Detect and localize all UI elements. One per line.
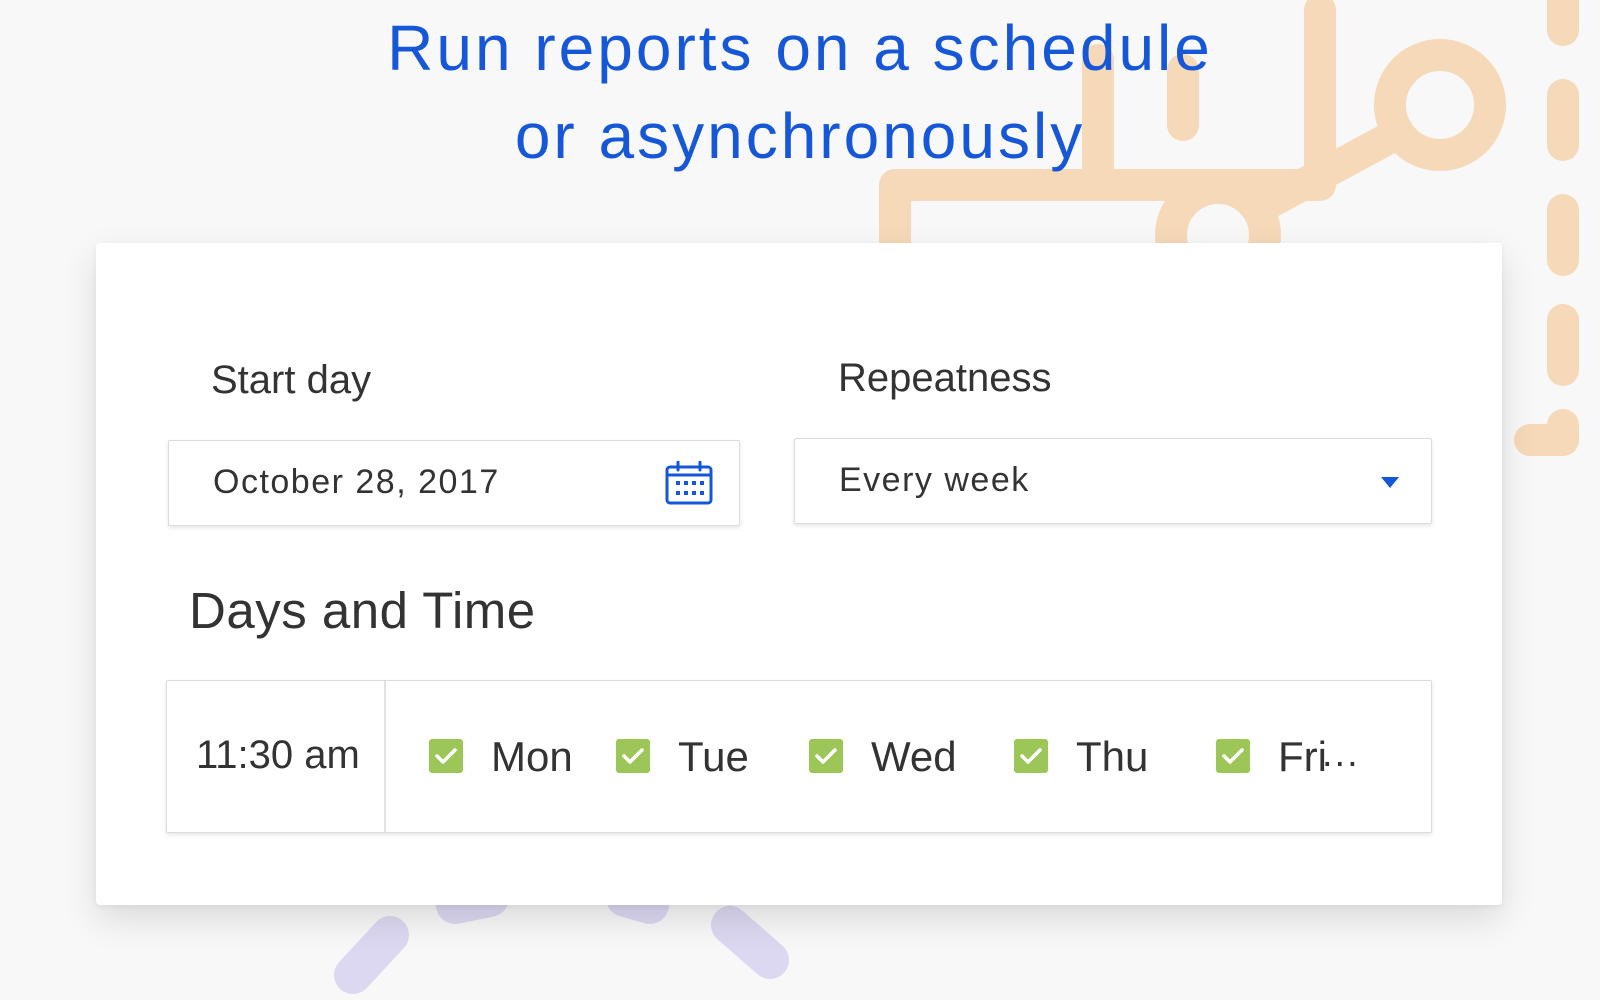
days-and-time-row: 11:30 am Mon Tue Wed Thu Fri ... (166, 680, 1432, 833)
checkbox-checked-icon[interactable] (1216, 739, 1250, 773)
checkbox-checked-icon[interactable] (1014, 739, 1048, 773)
page-headline: Run reports on a schedule or asynchronou… (0, 4, 1600, 180)
day-label: Thu (1076, 733, 1149, 780)
repeatness-select[interactable]: Every week (794, 438, 1432, 524)
repeatness-value: Every week (839, 461, 1030, 499)
time-value: 11:30 am (196, 733, 360, 777)
day-label: Fri (1278, 733, 1327, 780)
more-days-ellipsis[interactable]: ... (1322, 733, 1360, 776)
calendar-icon[interactable] (665, 460, 713, 505)
time-cell[interactable]: 11:30 am (167, 681, 386, 832)
start-day-date-picker[interactable]: October 28, 2017 (168, 440, 740, 526)
checkbox-checked-icon[interactable] (429, 739, 463, 773)
start-day-value: October 28, 2017 (213, 463, 500, 501)
headline-line-1: Run reports on a schedule (387, 12, 1213, 84)
day-label: Wed (871, 733, 957, 780)
day-label: Tue (678, 733, 749, 780)
headline-line-2: or asynchronously (514, 100, 1086, 172)
checkbox-checked-icon[interactable] (616, 739, 650, 773)
repeatness-label: Repeatness (838, 356, 1052, 400)
checkbox-checked-icon[interactable] (809, 739, 843, 773)
schedule-card: Start day October 28, 2017 Repeatness Ev… (96, 243, 1502, 905)
start-day-label: Start day (211, 358, 372, 402)
caret-down-icon (1381, 476, 1399, 488)
days-and-time-title: Days and Time (189, 582, 536, 639)
day-label: Mon (491, 733, 573, 780)
